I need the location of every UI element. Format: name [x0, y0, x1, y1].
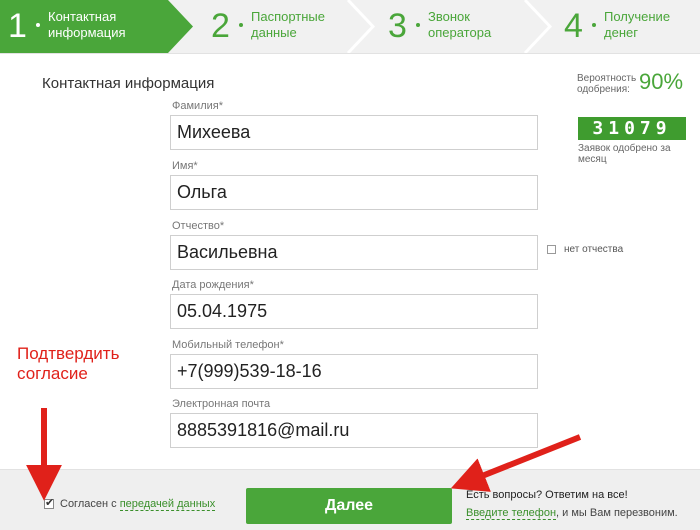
- no-patronymic-checkbox[interactable]: [547, 244, 556, 254]
- step-dot: [36, 23, 40, 27]
- step-number: 2: [211, 7, 230, 45]
- no-patronymic-option[interactable]: нет отчества: [547, 244, 623, 255]
- first-name-label: Имя*: [172, 160, 198, 172]
- email-input[interactable]: 8885391816@mail.ru: [170, 413, 538, 448]
- data-transfer-link[interactable]: передачей данных: [119, 498, 216, 511]
- phone-input[interactable]: +7(999)539-18-16: [170, 354, 538, 389]
- approval-probability-label: Вероятность одобрения:: [577, 73, 637, 95]
- step-label: Паспортные данные: [251, 9, 325, 40]
- section-title: Контактная информация: [42, 75, 215, 92]
- step-label: Контактная информация: [48, 9, 126, 40]
- step-number: 4: [564, 7, 583, 45]
- birth-date-input[interactable]: 05.04.1975: [170, 294, 538, 329]
- last-name-input[interactable]: Михеева: [170, 115, 538, 150]
- patronymic-label: Отчество*: [172, 220, 225, 232]
- callback-text: , и мы Вам перезвоним.: [556, 507, 678, 519]
- no-patronymic-label: нет отчества: [564, 244, 624, 255]
- annotation-confirm-consent: Подтвердить согласие: [17, 344, 120, 383]
- approved-counter: 31079: [578, 117, 686, 140]
- patronymic-input[interactable]: Васильевна: [170, 235, 538, 270]
- step-dot: [592, 23, 596, 27]
- consent-checkbox[interactable]: ✔: [44, 497, 55, 510]
- step-dot: [416, 23, 420, 27]
- step-number: 1: [8, 7, 27, 45]
- steps-bar: 1 Контактная информация 2 Паспортные данны…: [0, 0, 700, 54]
- callback-row: Введите телефон, и мы Вам перезвоним.: [466, 507, 678, 520]
- approved-counter-label: Заявок одобрено за месяц: [578, 143, 671, 165]
- next-button[interactable]: Далее: [246, 488, 452, 524]
- birth-date-label: Дата рождения*: [172, 279, 254, 291]
- email-label: Электронная почта: [172, 398, 271, 410]
- consent-text: Согласен с: [60, 498, 117, 510]
- step-label: Получение денег: [604, 9, 671, 40]
- approval-probability-value: 90%: [639, 69, 684, 94]
- consent-row: ✔ Согласен с передачей данных: [44, 497, 216, 511]
- last-name-label: Фамилия*: [172, 100, 223, 112]
- questions-text: Есть вопросы? Ответим на все!: [466, 489, 628, 501]
- first-name-input[interactable]: Ольга: [170, 175, 538, 210]
- step-number: 3: [388, 7, 407, 45]
- phone-label: Мобильный телефон*: [172, 339, 284, 351]
- step-dot: [239, 23, 243, 27]
- enter-phone-link[interactable]: Введите телефон: [466, 507, 557, 520]
- checkmark-icon: ✔: [45, 497, 55, 510]
- step-label: Звонок оператора: [428, 9, 492, 40]
